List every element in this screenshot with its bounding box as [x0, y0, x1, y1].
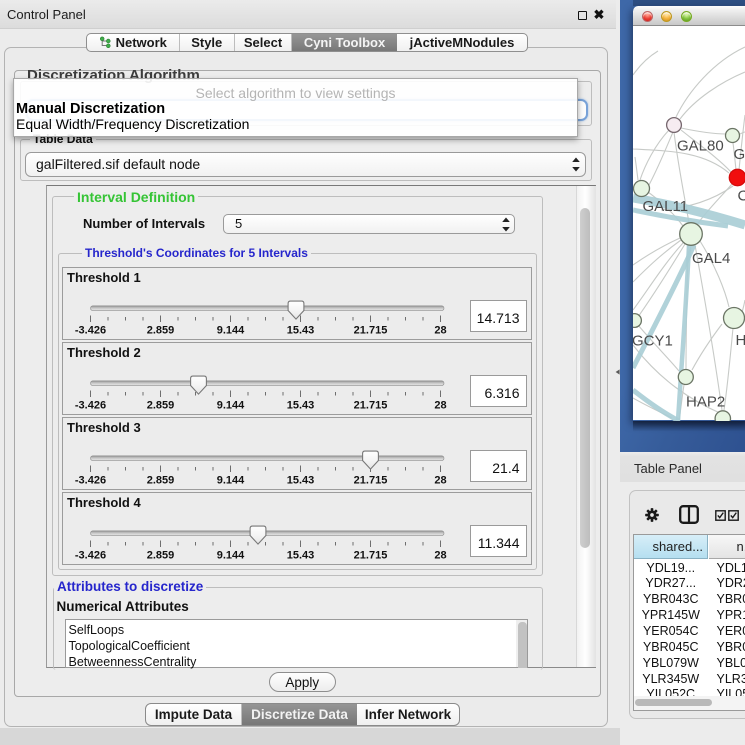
svg-text:HA: HA	[736, 332, 745, 349]
svg-text:2.859: 2.859	[146, 549, 174, 561]
svg-text:2.859: 2.859	[146, 324, 174, 336]
svg-text:CI: CI	[738, 188, 745, 205]
svg-text:9.144: 9.144	[216, 474, 244, 486]
svg-text:15.43: 15.43	[286, 474, 314, 486]
svg-text:15.43: 15.43	[286, 399, 314, 411]
svg-text:2.859: 2.859	[146, 399, 174, 411]
svg-text:28: 28	[434, 324, 446, 336]
svg-text:28: 28	[434, 549, 446, 561]
svg-text:GAL4: GAL4	[692, 250, 730, 267]
svg-text:15.43: 15.43	[286, 549, 314, 561]
svg-text:HAP2: HAP2	[686, 394, 725, 411]
svg-text:GCY1: GCY1	[633, 333, 673, 350]
svg-text:GAL11: GAL11	[643, 198, 689, 215]
svg-text:21.715: 21.715	[353, 549, 387, 561]
svg-text:15.43: 15.43	[286, 324, 314, 336]
svg-text:-3.426: -3.426	[74, 549, 105, 561]
svg-text:21.715: 21.715	[353, 399, 387, 411]
svg-text:-3.426: -3.426	[74, 324, 105, 336]
svg-text:28: 28	[434, 474, 446, 486]
svg-text:9.144: 9.144	[216, 324, 244, 336]
svg-text:21.715: 21.715	[353, 324, 387, 336]
svg-text:-3.426: -3.426	[74, 399, 105, 411]
svg-text:28: 28	[434, 399, 446, 411]
svg-text:21.715: 21.715	[353, 474, 387, 486]
svg-text:2.859: 2.859	[146, 474, 174, 486]
svg-text:GA: GA	[734, 146, 745, 163]
svg-text:GAL80: GAL80	[677, 138, 724, 155]
svg-text:9.144: 9.144	[216, 399, 244, 411]
svg-text:-3.426: -3.426	[74, 474, 105, 486]
svg-text:9.144: 9.144	[216, 549, 244, 561]
